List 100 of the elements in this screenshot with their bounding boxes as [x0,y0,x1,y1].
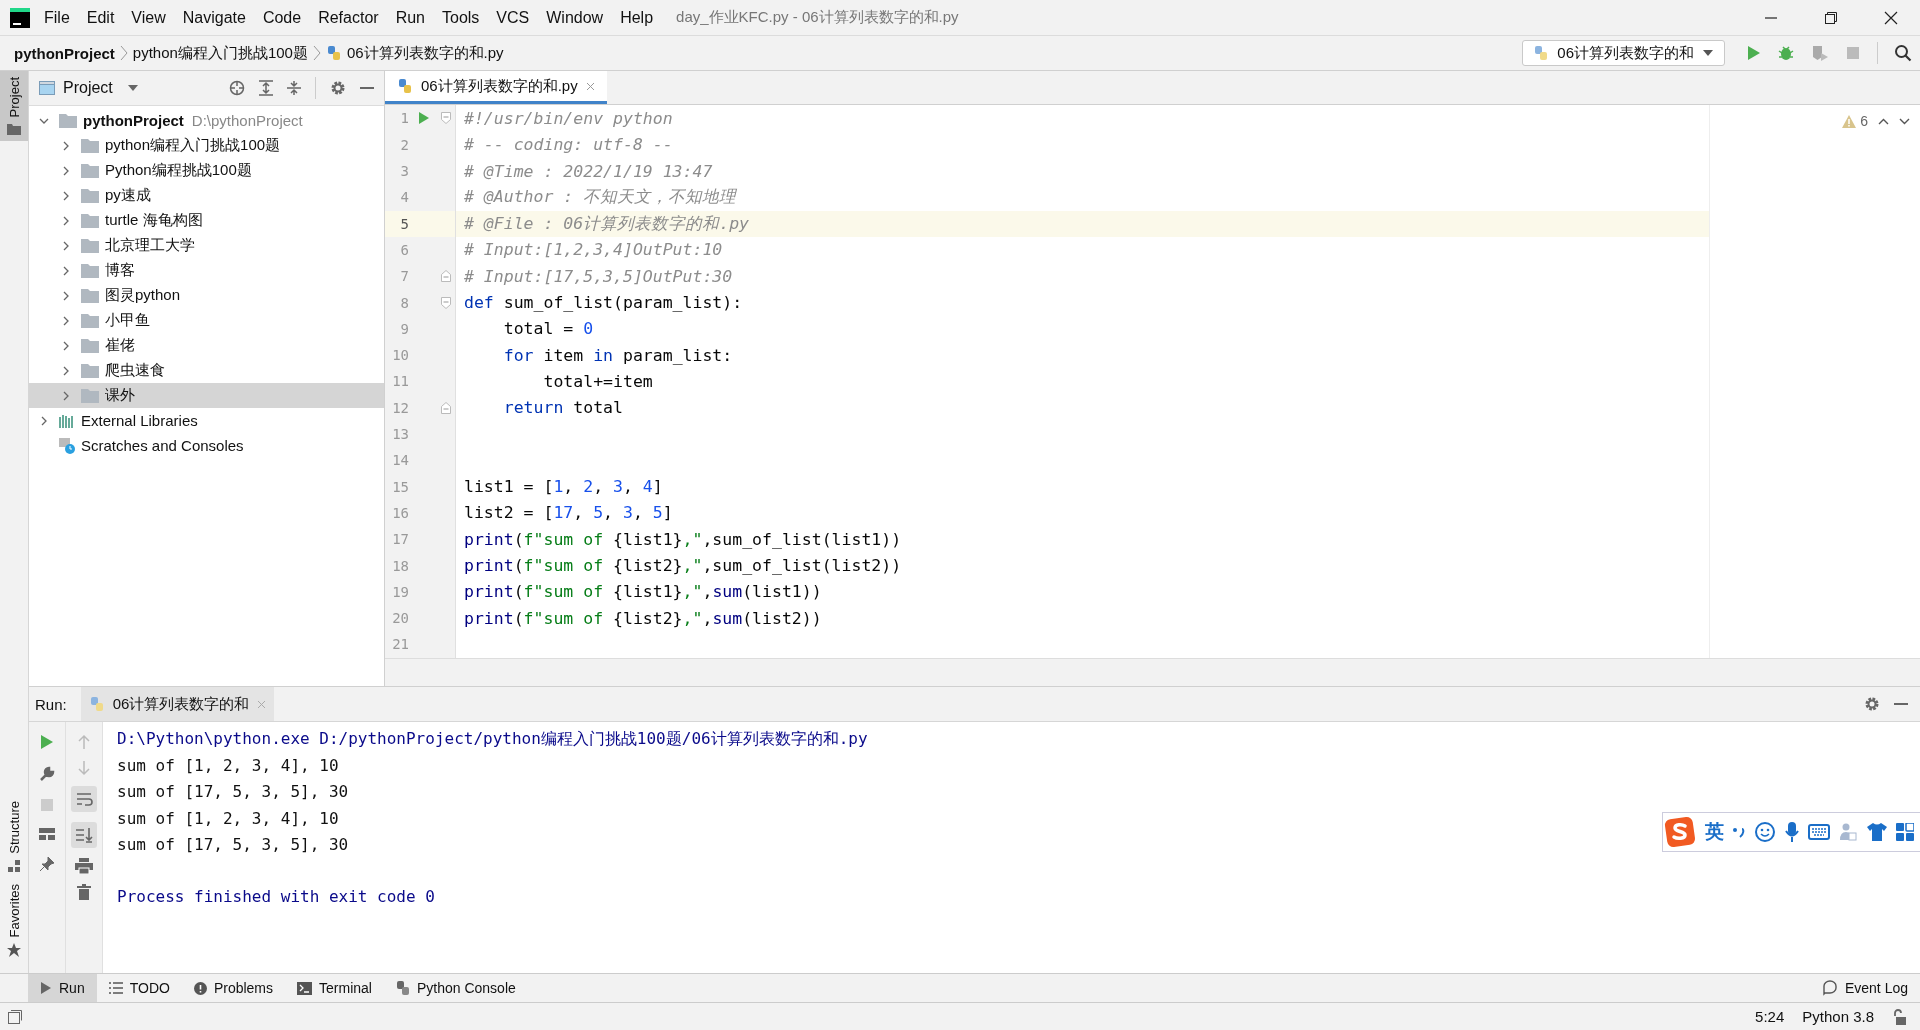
scroll-to-end-icon[interactable] [71,822,97,848]
tool-window-tab[interactable]: Problems [181,974,286,1002]
tree-item[interactable]: External Libraries [81,412,198,429]
folder-icon [81,288,99,303]
tree-item[interactable]: py速成 [105,186,151,205]
tool-window-tab[interactable]: Python Console [383,974,528,1002]
tree-item[interactable]: 课外 [105,386,135,405]
minimize-panel-icon[interactable] [1894,702,1908,706]
chevron-up-icon[interactable] [1878,117,1889,125]
chevron-right-icon[interactable] [61,340,71,351]
chevron-right-icon[interactable] [61,265,71,276]
keyboard-icon[interactable] [1808,824,1830,840]
caret-icon[interactable] [126,84,139,92]
input-mode-toggle[interactable]: 英 [1705,819,1724,845]
menu-item[interactable]: Edit [86,8,115,27]
code-line: list1 = [1, 2, 3, 4] [464,477,663,497]
chevron-right-icon[interactable] [61,315,71,326]
chevron-right-icon[interactable] [61,240,71,251]
tree-item[interactable]: 图灵python [105,286,181,305]
chevron-right-icon[interactable] [61,215,71,226]
grid-icon[interactable] [1896,823,1914,841]
tool-window-tab[interactable]: Project [0,71,28,142]
star-icon [7,943,21,957]
minimize-panel-icon[interactable] [360,86,374,90]
layout-icon[interactable] [39,828,55,840]
speech-bubble-icon [1821,980,1838,996]
menu-item[interactable]: Run [395,8,425,27]
tree-item[interactable]: 博客 [105,261,135,280]
panel-title[interactable]: Project [63,79,113,97]
crosshair-icon[interactable] [229,80,245,96]
interpreter-label[interactable]: Python 3.8 [1802,1008,1874,1025]
unlock-icon[interactable] [1892,1008,1906,1025]
tool-window-tab[interactable]: Structure [0,794,28,878]
settings-icon[interactable] [1864,696,1880,712]
menu-item[interactable]: Code [262,8,302,27]
menu-item[interactable]: File [44,8,70,27]
tree-item[interactable]: Python编程挑战100题 [105,161,252,180]
tree-item[interactable]: 北京理工大学 [105,236,195,255]
tool-window-tab[interactable]: Favorites [0,877,28,963]
punctuation-icon[interactable] [1732,825,1746,839]
settings-icon[interactable] [330,80,346,96]
warning-count[interactable]: 6 [1860,113,1868,130]
printer-icon[interactable] [75,858,93,874]
menu-item[interactable]: View [131,8,166,27]
console-tab[interactable]: 06计算列表数字的和 [80,687,275,721]
wrench-icon[interactable] [39,766,55,782]
tool-window-tab[interactable]: TODO [96,974,182,1002]
code-line: # @Time : 2022/1/19 13:47 [464,161,713,181]
trash-icon[interactable] [77,884,91,900]
code-line: print(f"sum of {list2},",sum_of_list(list2)) [464,556,902,575]
pin-icon[interactable] [39,856,55,872]
smiley-icon[interactable] [1754,821,1776,843]
run-configuration-dropdown[interactable]: 06计算列表数字的和 [1522,40,1725,66]
chevron-right-icon[interactable] [61,365,71,376]
warning-icon [1842,114,1857,128]
breadcrumb[interactable]: python编程入门挑战100题 [132,43,308,63]
tree-item[interactable]: 崔佬 [105,336,135,355]
menu-item[interactable]: Help [620,8,654,27]
panel-toggle-icon[interactable] [8,1009,22,1024]
menu-item[interactable]: Tools [442,8,480,27]
run-panel-label: Run: [35,695,67,713]
tree-item[interactable]: Scratches and Consoles [81,437,244,454]
chevron-right-icon[interactable] [39,415,49,426]
folder-icon [81,188,99,203]
tool-window-tab[interactable]: Terminal [285,974,384,1002]
expand-all-icon[interactable] [259,80,273,96]
project-path: D:\pythonProject [191,112,303,129]
breadcrumb[interactable]: 06计算列表数字的和.py [346,43,504,63]
tree-item[interactable]: 小甲鱼 [105,311,150,330]
menu-item[interactable]: Refactor [318,8,379,27]
close-icon[interactable] [1884,10,1898,25]
chevron-right-icon[interactable] [61,140,71,151]
restore-icon[interactable] [1824,10,1838,25]
chevron-down-icon[interactable] [1899,117,1910,125]
menu-item[interactable]: VCS [496,8,530,27]
chevron-right-icon[interactable] [61,190,71,201]
search-icon[interactable] [1894,44,1912,62]
chevron-right-icon[interactable] [61,390,71,401]
code-line: # @Author : 不知天文，不知地理 [464,186,737,209]
soft-wrap-icon[interactable] [71,786,97,812]
chevron-right-icon[interactable] [61,165,71,176]
line-number: 6 [399,241,409,258]
shirt-icon[interactable] [1866,822,1888,842]
tree-item[interactable]: pythonProject [83,112,184,129]
chevron-right-icon[interactable] [61,290,71,301]
microphone-icon[interactable] [1784,821,1800,843]
menu-item[interactable]: Window [546,8,604,27]
menu-item[interactable]: Navigate [182,8,246,27]
editor-tab[interactable]: 06计算列表数字的和.py [385,71,607,105]
event-log-button[interactable]: Event Log [1809,974,1920,1002]
s-logo-icon[interactable] [1663,815,1697,849]
line-number: 5 [399,215,409,232]
tree-item[interactable]: 爬虫速食 [105,361,165,380]
breadcrumb[interactable]: pythonProject [14,44,115,62]
collapse-all-icon[interactable] [287,80,301,96]
cursor-position[interactable]: 5:24 [1755,1008,1785,1025]
tree-item[interactable]: python编程入门挑战100题 [105,136,281,155]
tree-item[interactable]: turtle 海龟构图 [105,211,203,230]
tool-window-tab[interactable]: Run [28,974,97,1002]
line-number: 8 [399,294,409,311]
